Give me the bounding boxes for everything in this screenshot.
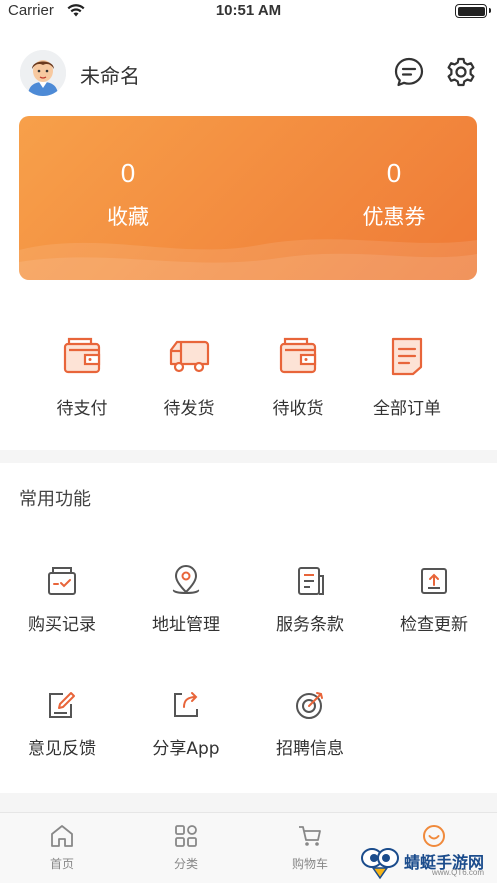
tab-category[interactable]: 分类 xyxy=(124,823,248,872)
package-icon xyxy=(279,337,317,374)
watermark-url: www.QT6.com xyxy=(432,868,485,877)
order-pending-shipment[interactable]: 待发货 xyxy=(134,334,244,419)
order-all[interactable]: 全部订单 xyxy=(352,334,462,419)
tab-label: 分类 xyxy=(173,857,198,871)
favorites-count: 0 xyxy=(120,158,136,188)
func-label: 检查更新 xyxy=(400,615,468,635)
gear-icon[interactable] xyxy=(445,56,477,88)
home-icon xyxy=(51,825,73,847)
status-bar: Carrier 10:51 AM xyxy=(0,0,497,24)
feedback-icon xyxy=(49,692,75,718)
avatar[interactable] xyxy=(20,50,66,96)
favorites-label: 收藏 xyxy=(107,205,149,229)
cart-icon xyxy=(299,826,321,846)
battery-icon xyxy=(455,4,491,18)
document-icon xyxy=(391,337,423,376)
favorites-stat[interactable]: 0 收藏 xyxy=(58,158,198,231)
func-address[interactable]: 地址管理 xyxy=(124,564,248,635)
order-label: 全部订单 xyxy=(373,399,441,419)
username: 未命名 xyxy=(80,64,140,88)
terms-icon xyxy=(298,567,324,595)
func-share[interactable]: 分享App xyxy=(124,688,248,759)
order-pending-payment[interactable]: 待支付 xyxy=(27,334,137,419)
target-icon xyxy=(296,692,323,719)
func-recruitment[interactable]: 招聘信息 xyxy=(248,688,372,759)
func-label: 分享App xyxy=(152,739,220,759)
func-feedback[interactable]: 意见反馈 xyxy=(0,688,124,759)
message-icon[interactable] xyxy=(393,56,425,88)
tab-home[interactable]: 首页 xyxy=(0,823,124,872)
func-check-update[interactable]: 检查更新 xyxy=(372,564,496,635)
share-icon xyxy=(174,692,198,717)
order-label: 待收货 xyxy=(272,399,324,419)
order-pending-receipt[interactable]: 待收货 xyxy=(243,334,353,419)
tab-label: 首页 xyxy=(49,857,74,871)
order-label: 待发货 xyxy=(163,399,215,419)
truck-icon xyxy=(169,340,210,373)
func-label: 地址管理 xyxy=(152,615,220,635)
stats-card: 0 收藏 0 优惠券 xyxy=(19,116,477,280)
coupons-label: 优惠券 xyxy=(362,205,426,229)
func-purchase-record[interactable]: 购买记录 xyxy=(0,564,124,635)
clock: 10:51 AM xyxy=(215,2,282,19)
order-label: 待支付 xyxy=(56,399,108,419)
coupons-stat[interactable]: 0 优惠券 xyxy=(324,158,464,231)
location-pin-icon xyxy=(172,565,200,594)
order-shortcuts: 待支付 待发货 待收货 全部订单 xyxy=(0,334,497,424)
func-label: 服务条款 xyxy=(276,615,344,635)
section-title: 常用功能 xyxy=(19,489,91,510)
profile-section: 未命名 0 收藏 0 优惠券 待支付 待发货 待收货 全部订单 xyxy=(0,24,497,450)
avatar-icon xyxy=(20,50,66,96)
upload-icon xyxy=(421,568,447,594)
wallet-icon xyxy=(63,337,101,374)
func-terms[interactable]: 服务条款 xyxy=(248,564,372,635)
purchase-record-icon xyxy=(48,567,76,595)
func-label: 意见反馈 xyxy=(28,739,96,759)
common-functions-section: 常用功能 购买记录 地址管理 服务条款 检查更新 意见反馈 分享App 招聘信息 xyxy=(0,463,497,793)
func-label: 招聘信息 xyxy=(276,739,344,759)
grid-icon xyxy=(175,825,197,847)
func-label: 购买记录 xyxy=(28,615,96,635)
coupons-count: 0 xyxy=(386,158,402,188)
